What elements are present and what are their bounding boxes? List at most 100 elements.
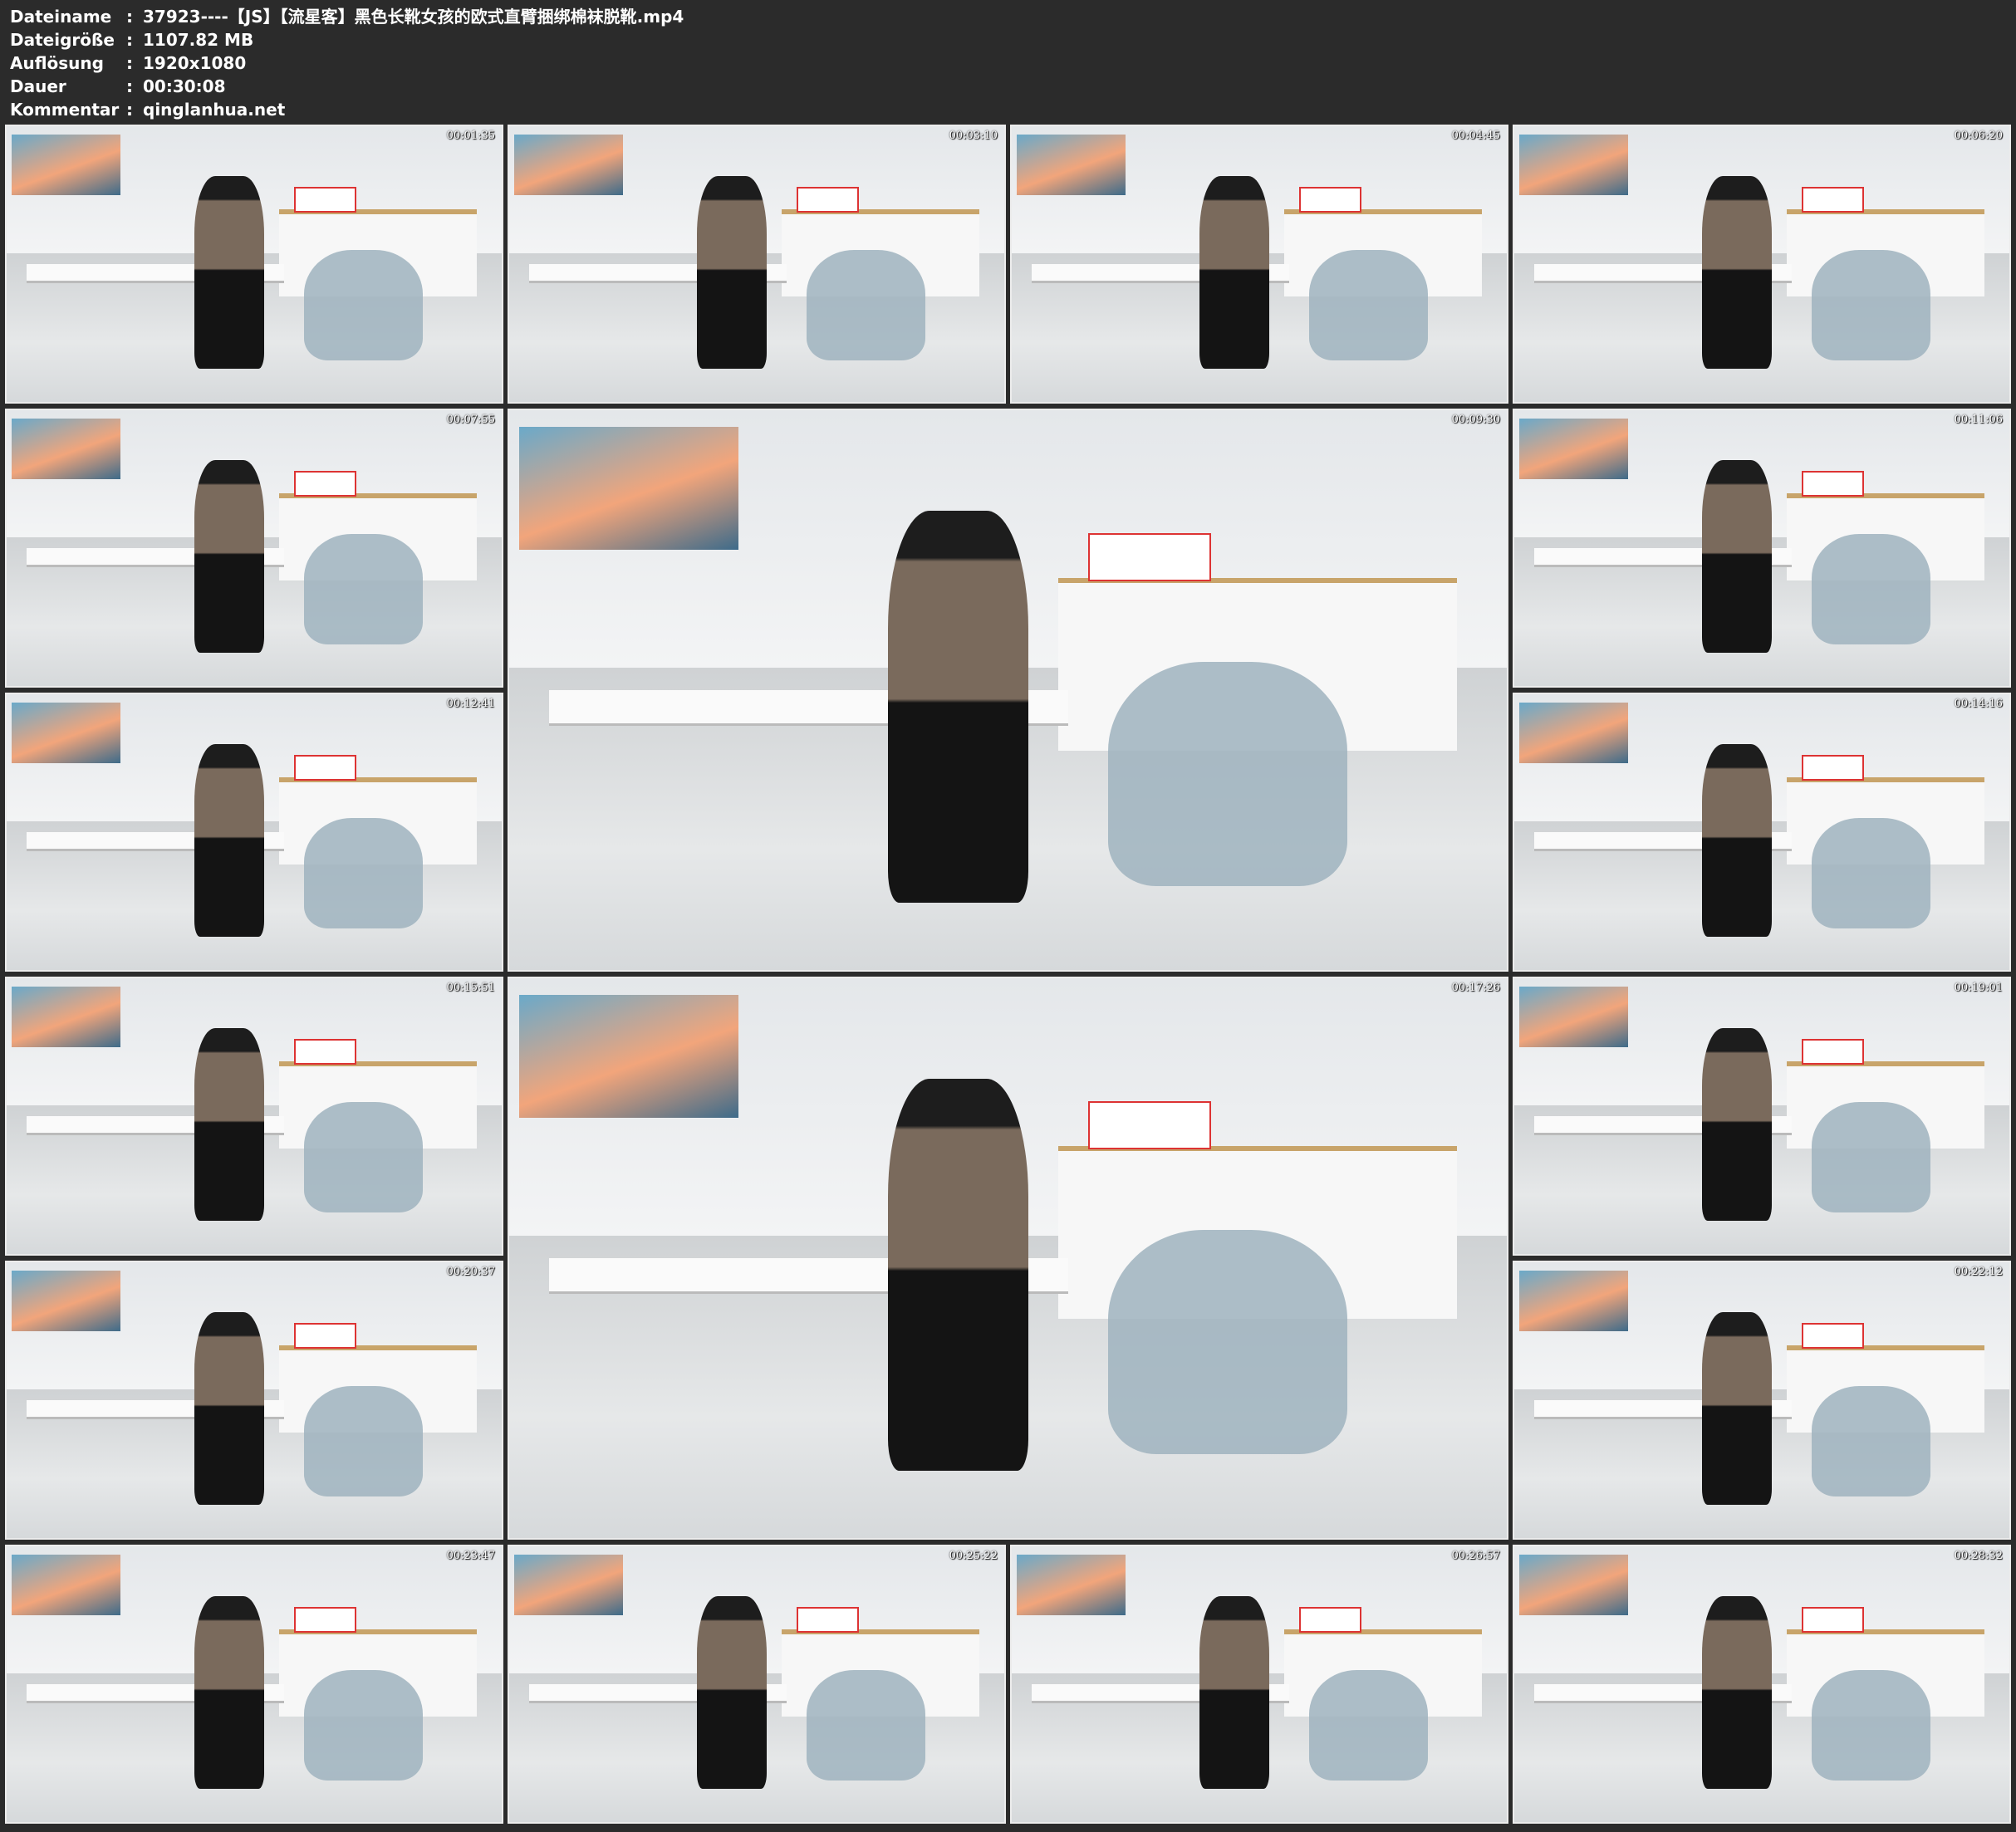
thumbnail-timestamp: 00:15:51 (446, 982, 495, 994)
scene-person-shape (194, 743, 264, 938)
scene-person-shape (194, 1311, 264, 1506)
scene-painting-shape (519, 427, 739, 551)
info-label: Dauer (10, 76, 66, 96)
thumbnail-timestamp: 00:06:20 (1954, 130, 2003, 142)
video-thumbnail: 00:15:51 (5, 977, 503, 1256)
scene-person-shape (888, 511, 1028, 904)
scene-sign-shape (1298, 1607, 1362, 1633)
scene-sign-shape (293, 755, 357, 781)
video-thumbnail: 00:26:57 (1010, 1545, 1508, 1824)
video-thumbnail: 00:20:37 (5, 1261, 503, 1540)
thumbnail-timestamp: 00:17:26 (1451, 982, 1500, 994)
info-label: Auflösung (10, 53, 104, 73)
thumbnail-timestamp: 00:22:12 (1954, 1266, 2003, 1278)
info-value: 00:30:08 (143, 76, 226, 96)
scene-painting-shape (11, 986, 121, 1047)
video-thumbnail: 00:11:06 (1513, 409, 2011, 688)
scene-chair-shape (1811, 818, 1930, 929)
thumbnail-timestamp: 00:25:22 (949, 1550, 998, 1562)
scene-painting-shape (11, 418, 121, 479)
scene-chair-shape (1308, 1670, 1428, 1781)
thumbnail-timestamp: 00:26:57 (1451, 1550, 1500, 1562)
scene-sign-shape (293, 471, 357, 497)
info-label: Kommentar (10, 100, 120, 120)
scene-chair-shape (1811, 1102, 1930, 1213)
info-separator: : (126, 53, 133, 73)
scene-painting-shape (11, 702, 121, 763)
scene-painting-shape (1518, 1554, 1629, 1615)
info-label: Dateigröße (10, 30, 115, 50)
scene-person-shape (1702, 459, 1772, 654)
scene-painting-shape (1518, 986, 1629, 1047)
info-value: 1107.82 MB (143, 30, 254, 50)
scene-chair-shape (1107, 1230, 1347, 1454)
thumbnail-timestamp: 00:11:06 (1954, 414, 2003, 426)
info-row: Auflösung:1920x1080 (10, 51, 684, 75)
scene-person-shape (1702, 1595, 1772, 1790)
video-thumbnail: 00:25:22 (508, 1545, 1006, 1824)
scene-person-shape (194, 1595, 264, 1790)
video-thumbnail: 00:07:55 (5, 409, 503, 688)
scene-sign-shape (293, 1039, 357, 1065)
scene-sign-shape (293, 1323, 357, 1349)
scene-person-shape (697, 175, 767, 370)
thumbnail-timestamp: 00:01:35 (446, 130, 495, 142)
video-thumbnail: 00:23:47 (5, 1545, 503, 1824)
scene-sign-shape (1087, 1101, 1211, 1150)
scene-painting-shape (513, 1554, 624, 1615)
scene-sign-shape (1801, 1607, 1865, 1633)
scene-sign-shape (1801, 471, 1865, 497)
scene-person-shape (194, 459, 264, 654)
scene-chair-shape (303, 1386, 423, 1497)
scene-person-shape (194, 175, 264, 370)
scene-sign-shape (293, 1607, 357, 1633)
video-thumbnail: 00:03:10 (508, 125, 1006, 404)
scene-sign-shape (1087, 533, 1211, 582)
scene-sign-shape (796, 187, 860, 213)
scene-painting-shape (11, 134, 121, 195)
scene-chair-shape (1308, 250, 1428, 361)
scene-person-shape (697, 1595, 767, 1790)
thumbnail-timestamp: 00:04:45 (1451, 130, 1500, 142)
video-thumbnail: 00:09:30 (508, 409, 1508, 972)
scene-sign-shape (1298, 187, 1362, 213)
scene-painting-shape (11, 1270, 121, 1331)
scene-painting-shape (519, 995, 739, 1119)
info-value: qinglanhua.net (143, 100, 286, 120)
info-row: Dauer:00:30:08 (10, 75, 684, 98)
info-value: 37923----【JS】【流星客】黑色长靴女孩的欧式直臂捆绑棉袜脱靴.mp4 (143, 7, 684, 27)
scene-painting-shape (1016, 1554, 1126, 1615)
thumbnail-timestamp: 00:14:16 (1954, 698, 2003, 710)
scene-chair-shape (1811, 1386, 1930, 1497)
scene-chair-shape (806, 250, 925, 361)
scene-painting-shape (11, 1554, 121, 1615)
info-separator: : (126, 30, 133, 50)
info-row: Kommentar: qinglanhua.net (10, 98, 684, 121)
scene-chair-shape (1107, 662, 1347, 886)
scene-chair-shape (806, 1670, 925, 1781)
scene-person-shape (888, 1079, 1028, 1472)
video-thumbnail: 00:01:35 (5, 125, 503, 404)
thumbnail-timestamp: 00:23:47 (446, 1550, 495, 1562)
scene-chair-shape (303, 1102, 423, 1213)
scene-sign-shape (1801, 1039, 1865, 1065)
scene-chair-shape (303, 534, 423, 645)
scene-painting-shape (1518, 702, 1629, 763)
info-row: Dateiname:37923----【JS】【流星客】黑色长靴女孩的欧式直臂捆… (10, 5, 684, 28)
scene-person-shape (194, 1027, 264, 1222)
scene-person-shape (1702, 1027, 1772, 1222)
scene-painting-shape (1016, 134, 1126, 195)
scene-chair-shape (1811, 1670, 1930, 1781)
scene-chair-shape (1811, 534, 1930, 645)
scene-sign-shape (293, 187, 357, 213)
info-value: 1920x1080 (143, 53, 247, 73)
scene-sign-shape (1801, 187, 1865, 213)
thumbnail-timestamp: 00:07:55 (446, 414, 495, 426)
info-separator: : (126, 7, 133, 27)
scene-person-shape (1199, 1595, 1269, 1790)
scene-sign-shape (1801, 755, 1865, 781)
scene-painting-shape (1518, 1270, 1629, 1331)
info-label: Dateiname (10, 7, 112, 27)
video-thumbnail: 00:22:12 (1513, 1261, 2011, 1540)
thumbnail-timestamp: 00:28:32 (1954, 1550, 2003, 1562)
